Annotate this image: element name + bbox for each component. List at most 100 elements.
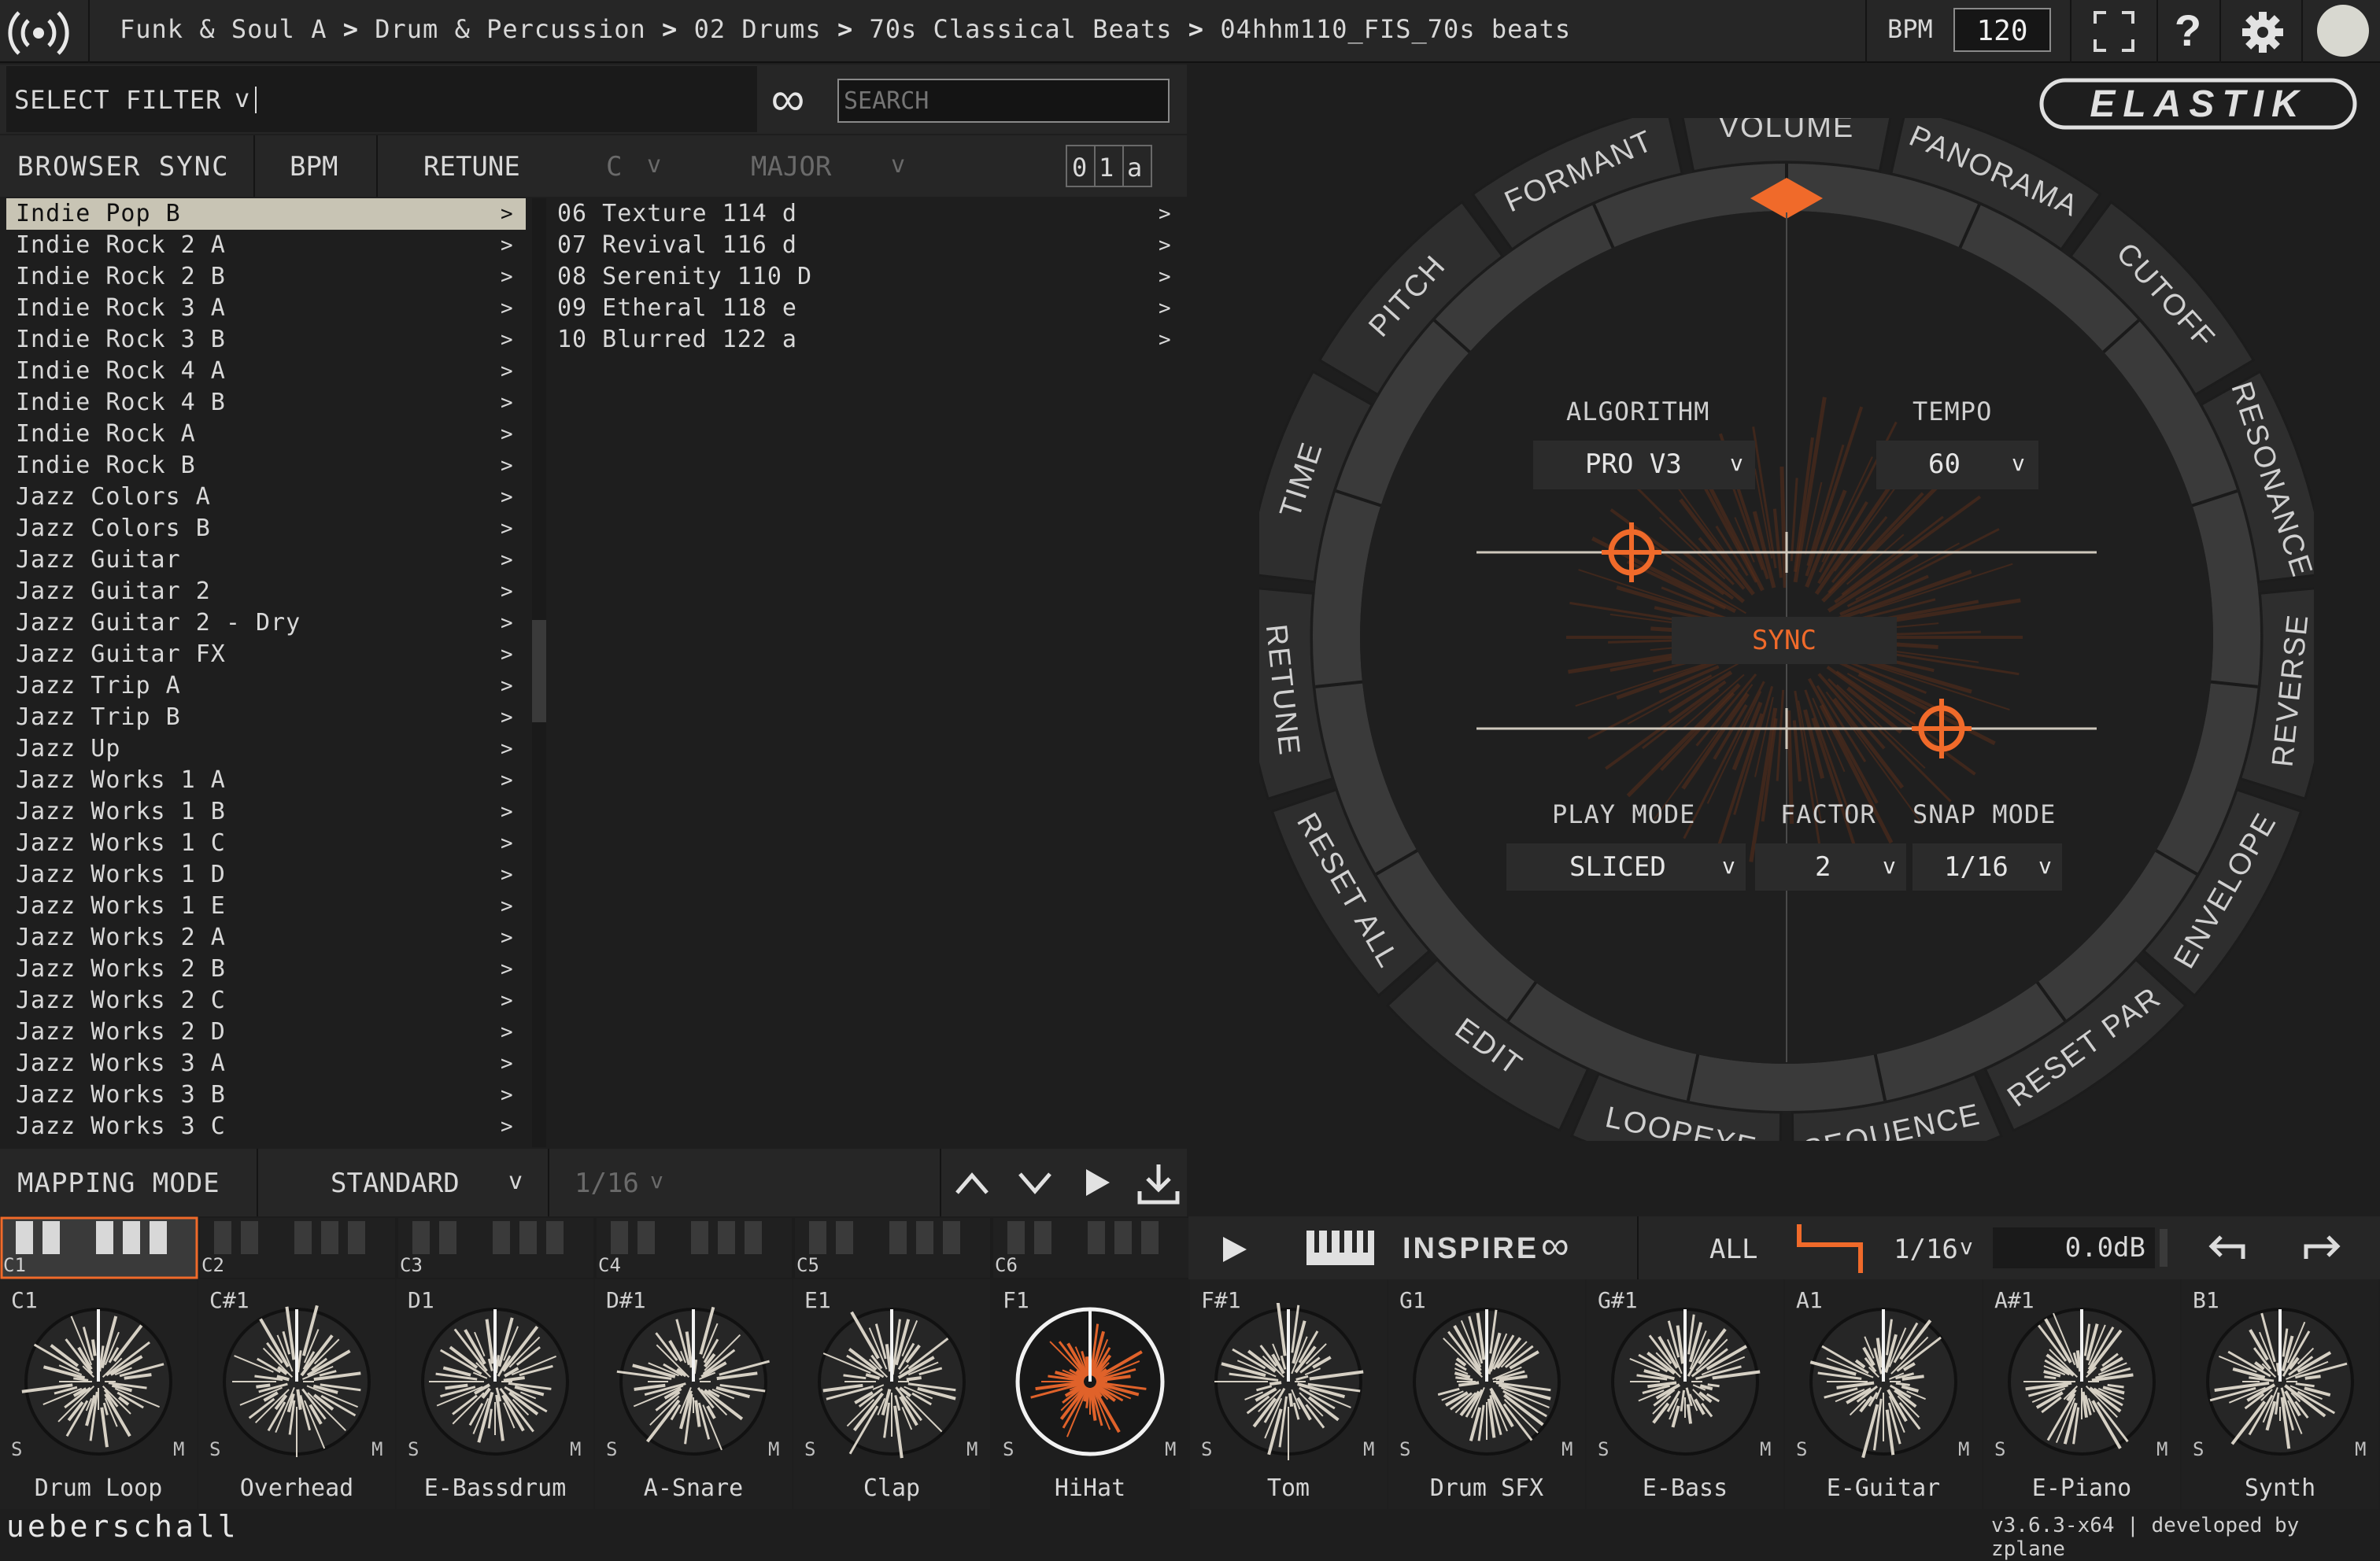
key[interactable] — [493, 1221, 510, 1254]
style-list-item[interactable]: Jazz Works 2 B > — [6, 954, 526, 985]
bpm-input[interactable]: 120 — [1953, 8, 2051, 52]
pad[interactable]: D1 S M E-Bassdrum — [397, 1279, 593, 1509]
mute-button[interactable]: M — [1760, 1438, 1771, 1460]
style-list-item[interactable]: Jazz Guitar > — [6, 544, 526, 576]
key[interactable] — [718, 1221, 735, 1254]
style-list-item[interactable]: Jazz Up > — [6, 733, 526, 765]
grid-select[interactable]: 1/16 — [575, 1168, 639, 1199]
solo-button[interactable]: S — [408, 1438, 419, 1460]
key[interactable] — [42, 1221, 60, 1254]
key[interactable] — [889, 1221, 907, 1254]
solo-button[interactable]: S — [209, 1438, 220, 1460]
key[interactable] — [1007, 1221, 1025, 1254]
key[interactable] — [611, 1221, 628, 1254]
style-list-item[interactable]: Jazz Works 1 E > — [6, 891, 526, 922]
breadcrumb-item[interactable]: 70s Classical Beats — [869, 14, 1172, 44]
style-list-item[interactable]: Jazz Works 1 A > — [6, 765, 526, 796]
style-list-item[interactable]: Indie Rock 3 B > — [6, 324, 526, 356]
keyboard-strip[interactable]: C1 C2 C3 C4 C5 C6 — [0, 1216, 1188, 1279]
gain-display[interactable]: 0.0dB — [1993, 1227, 2155, 1268]
solo-button[interactable]: S — [804, 1438, 815, 1460]
key[interactable] — [1088, 1221, 1105, 1254]
mute-button[interactable]: M — [1561, 1438, 1572, 1460]
key[interactable] — [519, 1221, 537, 1254]
tempo-select[interactable]: 60 v — [1876, 441, 2038, 489]
play-icon[interactable] — [1081, 1166, 1113, 1199]
scrollbar[interactable] — [532, 198, 546, 1147]
undo-icon[interactable] — [2205, 1229, 2248, 1267]
ring-label[interactable]: VOLUME — [1719, 118, 1854, 144]
key[interactable] — [439, 1221, 456, 1254]
pad[interactable]: A1 S M E-Guitar — [1785, 1279, 1982, 1509]
solo-button[interactable]: S — [1201, 1438, 1212, 1460]
pad-grid-select[interactable]: 1/16 — [1894, 1234, 1958, 1265]
sync-button[interactable]: SYNC — [1672, 617, 1897, 664]
style-list-item[interactable]: Jazz Works 2 A > — [6, 922, 526, 954]
key[interactable] — [546, 1221, 564, 1254]
pad[interactable]: C#1 S M Overhead — [198, 1279, 395, 1509]
pad[interactable]: C1 S M Drum Loop — [0, 1279, 197, 1509]
download-icon[interactable] — [1136, 1161, 1181, 1205]
style-list-item[interactable]: Indie Rock A > — [6, 419, 526, 450]
style-list-item[interactable]: Jazz Works 2 C > — [6, 985, 526, 1017]
play-mode-select[interactable]: SLICED v — [1506, 843, 1746, 891]
solo-button[interactable]: S — [1796, 1438, 1807, 1460]
breadcrumb-item[interactable]: Funk & Soul A — [120, 14, 327, 44]
style-list-item[interactable]: Jazz Trip A > — [6, 670, 526, 702]
select-filter[interactable]: SELECT FILTER v — [6, 66, 757, 132]
style-list-item[interactable]: Jazz Works 3 C > — [6, 1111, 526, 1142]
file-list-item[interactable]: 07 Revival 116 d > — [552, 230, 1182, 261]
breadcrumb-item[interactable]: 04hhm110_FIS_70s beats — [1220, 14, 1571, 44]
search-input[interactable] — [837, 79, 1170, 123]
style-list-item[interactable]: Indie Rock 2 A > — [6, 230, 526, 261]
key[interactable] — [745, 1221, 762, 1254]
scrollbar-thumb[interactable] — [532, 620, 546, 722]
key[interactable] — [836, 1221, 853, 1254]
pad[interactable]: G1 S M Drum SFX — [1388, 1279, 1585, 1509]
style-list-item[interactable]: Jazz Works 1 C > — [6, 828, 526, 859]
pad[interactable]: F#1 S M Tom — [1190, 1279, 1387, 1509]
key-select[interactable]: C — [606, 151, 622, 183]
file-list-item[interactable]: 08 Serenity 110 D > — [552, 261, 1182, 293]
style-list-item[interactable]: Jazz Colors A > — [6, 482, 526, 513]
key[interactable] — [123, 1221, 140, 1254]
gear-icon[interactable] — [2241, 11, 2284, 54]
mapping-mode-select[interactable]: STANDARD — [331, 1168, 460, 1199]
solo-button[interactable]: S — [2193, 1438, 2204, 1460]
style-list-item[interactable]: Jazz Works 2 D > — [6, 1017, 526, 1048]
broadcast-icon[interactable] — [5, 5, 72, 58]
key[interactable] — [96, 1221, 113, 1254]
key[interactable] — [294, 1221, 312, 1254]
solo-button[interactable]: S — [1598, 1438, 1609, 1460]
style-list-item[interactable]: Jazz Guitar 2 > — [6, 576, 526, 607]
display-toggle[interactable]: 0 1 a — [1066, 145, 1152, 187]
solo-button[interactable]: S — [1399, 1438, 1410, 1460]
mute-button[interactable]: M — [2156, 1438, 2168, 1460]
redo-icon[interactable] — [2301, 1229, 2344, 1267]
file-list-item[interactable]: 06 Texture 114 d > — [552, 198, 1182, 230]
pad[interactable]: B1 S M Synth — [2182, 1279, 2378, 1509]
key[interactable] — [943, 1221, 960, 1254]
infinity-button[interactable]: ∞ — [762, 68, 814, 131]
mute-button[interactable]: M — [966, 1438, 978, 1460]
style-list-item[interactable]: Indie Rock 4 B > — [6, 387, 526, 419]
key[interactable] — [916, 1221, 933, 1254]
mute-button[interactable]: M — [1165, 1438, 1176, 1460]
mute-button[interactable]: M — [2355, 1438, 2366, 1460]
retune-button[interactable]: RETUNE — [423, 151, 520, 183]
file-list-item[interactable]: 10 Blurred 122 a > — [552, 324, 1182, 356]
algorithm-select[interactable]: PRO V3 v — [1533, 441, 1755, 489]
browser-sync-button[interactable]: BROWSER SYNC — [17, 151, 230, 183]
style-list-item[interactable]: Indie Pop B > — [6, 198, 526, 230]
key[interactable] — [348, 1221, 365, 1254]
bpm-sync-button[interactable]: BPM — [290, 151, 338, 183]
key[interactable] — [1114, 1221, 1132, 1254]
power-button[interactable] — [2317, 5, 2369, 57]
scale-select[interactable]: MAJOR — [751, 151, 831, 183]
key[interactable] — [321, 1221, 338, 1254]
style-list-item[interactable]: Jazz Guitar 2 - Dry > — [6, 607, 526, 639]
fullscreen-icon[interactable] — [2094, 11, 2134, 52]
style-list-item[interactable]: Indie Rock 3 A > — [6, 293, 526, 324]
play-icon[interactable] — [1220, 1234, 1251, 1265]
arrow-down-icon[interactable] — [1015, 1168, 1055, 1199]
